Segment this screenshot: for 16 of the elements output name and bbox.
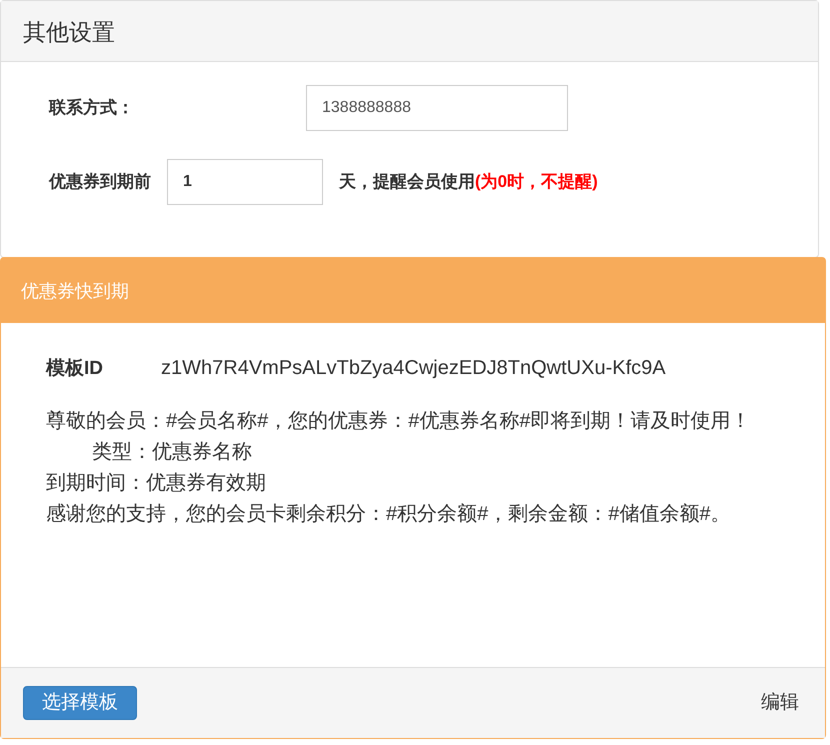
warning-note: (为0时，不提醒) [475, 171, 598, 194]
message-line: 类型：优惠券名称 [91, 440, 253, 465]
field-label: 优惠券到期前 [49, 171, 151, 194]
template-id: z1Wh7R4VmPsALvTbZya4CwjezEDJ8TnQwtUXu-Kfc9A [161, 356, 666, 381]
input-field[interactable]: 1 [167, 159, 323, 205]
message-line: 感谢您的支持，您的会员卡剩余积分：#积分余额#，剩余金额：#储值余额#。 [46, 502, 732, 527]
select-template-button[interactable]: 选择模板 [23, 686, 137, 720]
panel-title: 其他设置 [23, 19, 115, 45]
input-field[interactable]: 1388888888 [306, 85, 568, 131]
edit-link[interactable]: 编辑 [761, 688, 799, 718]
field-label: 模板ID [46, 357, 104, 381]
field-hint: 天，提醒会员使用 [339, 171, 475, 194]
panel-title: 优惠券快到期 [21, 281, 129, 301]
field-label: 联系方式： [49, 97, 135, 120]
message-line: 尊敬的会员：#会员名称#，您的优惠券：#优惠券名称#即将到期！请及时使用！ [46, 409, 752, 434]
message-line: 到期时间：优惠券有效期 [46, 471, 267, 496]
